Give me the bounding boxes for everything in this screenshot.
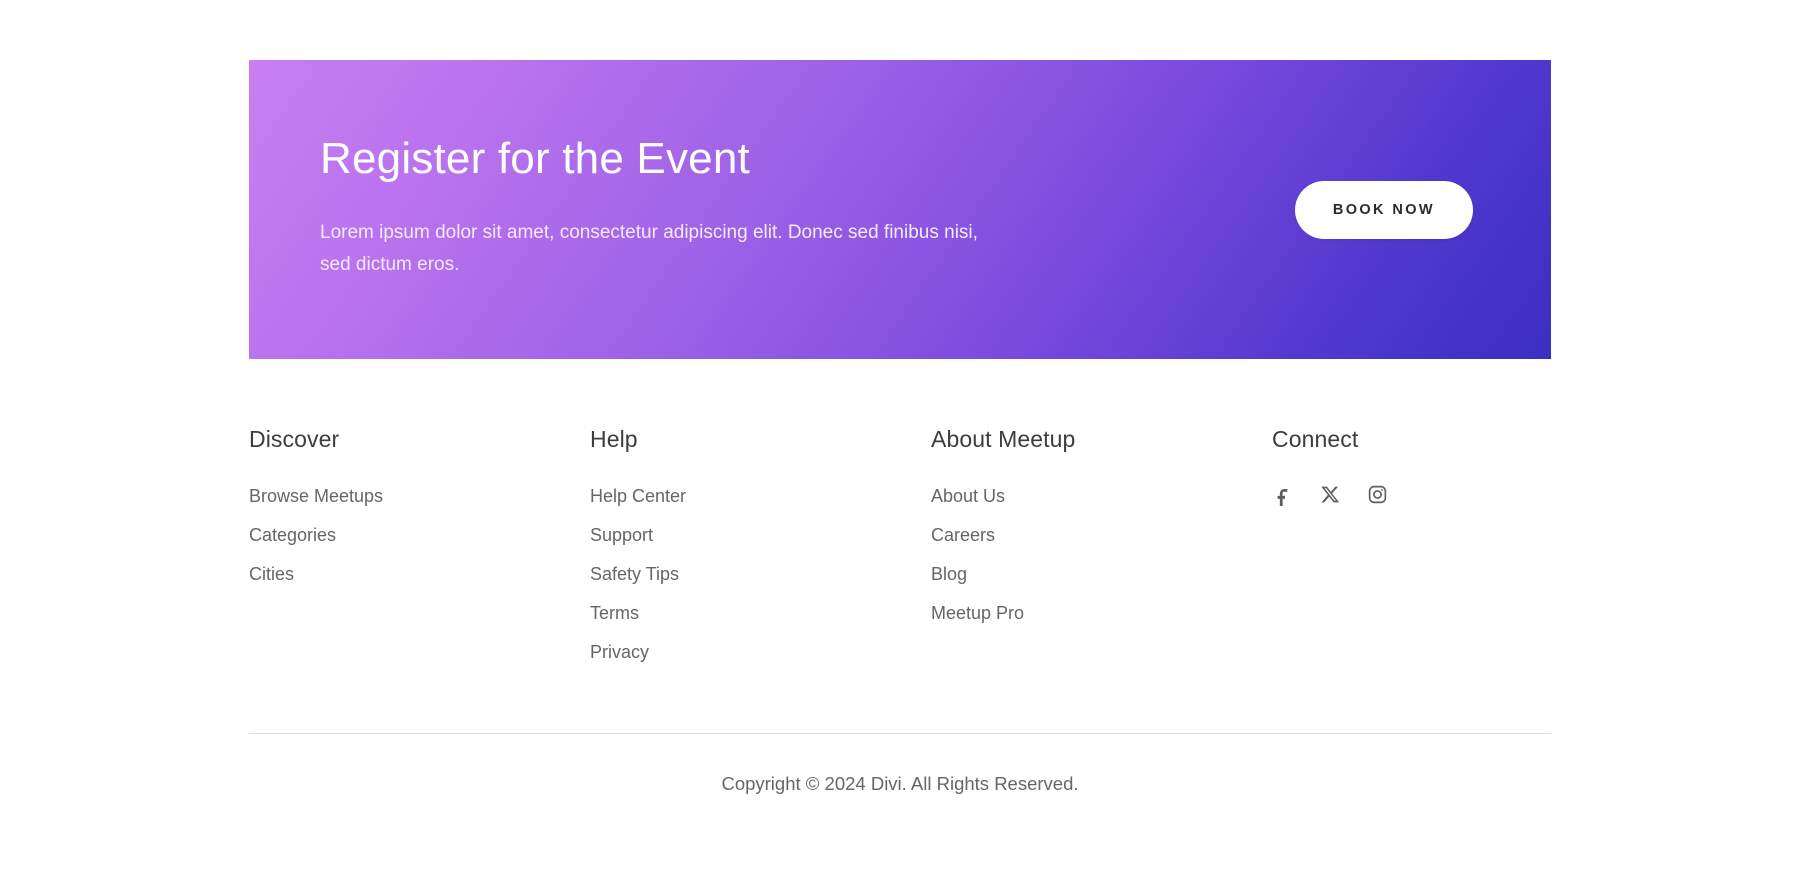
footer-column-heading-connect: Connect [1272,425,1551,455]
footer-column-help: Help Help Center Support Safety Tips Ter… [590,425,931,665]
list-item: Privacy [590,639,931,665]
facebook-icon[interactable] [1272,484,1294,506]
footer-divider [249,733,1551,734]
footer-link-safety-tips[interactable]: Safety Tips [590,564,679,584]
list-item: Safety Tips [590,561,931,587]
copyright-text: Copyright © 2024 Divi. All Rights Reserv… [249,770,1551,798]
footer-link-careers[interactable]: Careers [931,525,995,545]
footer-link-list-about: About Us Careers Blog Meetup Pro [931,483,1272,626]
footer-link-list-discover: Browse Meetups Categories Cities [249,483,590,587]
footer-column-heading-discover: Discover [249,425,590,455]
cta-title: Register for the Event [320,134,985,185]
social-icon-row [1272,484,1551,506]
list-item: Terms [590,600,931,626]
list-item: Cities [249,561,590,587]
x-twitter-icon[interactable] [1319,484,1341,506]
footer-link-about-us[interactable]: About Us [931,486,1005,506]
instagram-icon[interactable] [1366,484,1388,506]
cta-banner: Register for the Event Lorem ipsum dolor… [249,60,1551,359]
footer-link-categories[interactable]: Categories [249,525,336,545]
footer-link-help-center[interactable]: Help Center [590,486,686,506]
cta-text-block: Register for the Event Lorem ipsum dolor… [320,134,985,285]
list-item: Support [590,522,931,548]
page-root: Register for the Event Lorem ipsum dolor… [0,0,1800,895]
list-item: Careers [931,522,1272,548]
list-item: Help Center [590,483,931,509]
footer-link-meetup-pro[interactable]: Meetup Pro [931,603,1024,623]
footer-column-about-meetup: About Meetup About Us Careers Blog Meetu… [931,425,1272,665]
footer-link-cities[interactable]: Cities [249,564,294,584]
footer-link-blog[interactable]: Blog [931,564,967,584]
footer-link-privacy[interactable]: Privacy [590,642,649,662]
footer-link-list-help: Help Center Support Safety Tips Terms Pr… [590,483,931,665]
footer-link-columns: Discover Browse Meetups Categories Citie… [249,425,1551,665]
footer-column-heading-help: Help [590,425,931,455]
list-item: Blog [931,561,1272,587]
list-item: Meetup Pro [931,600,1272,626]
cta-description: Lorem ipsum dolor sit amet, consectetur … [320,217,985,281]
footer-column-discover: Discover Browse Meetups Categories Citie… [249,425,590,665]
footer-column-connect: Connect [1272,425,1551,665]
footer-link-support[interactable]: Support [590,525,653,545]
book-now-button[interactable]: BOOK NOW [1295,181,1473,239]
list-item: About Us [931,483,1272,509]
list-item: Categories [249,522,590,548]
list-item: Browse Meetups [249,483,590,509]
footer-link-terms[interactable]: Terms [590,603,639,623]
footer-link-browse-meetups[interactable]: Browse Meetups [249,486,383,506]
footer-column-heading-about-meetup: About Meetup [931,425,1272,455]
